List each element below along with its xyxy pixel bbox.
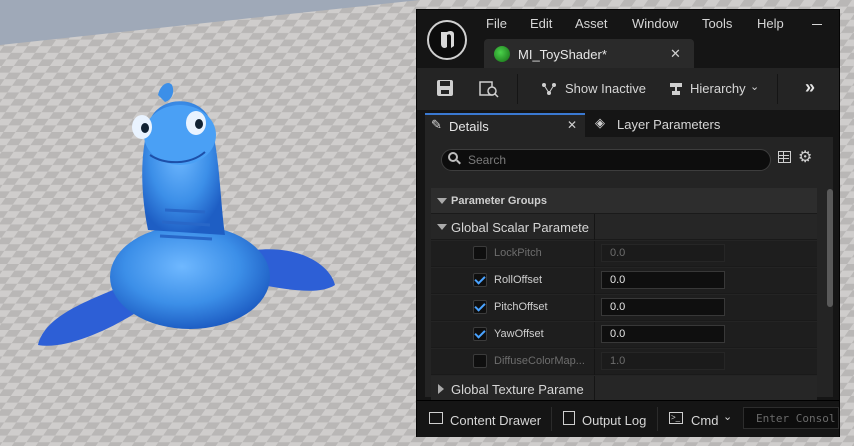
global-texture-group-header[interactable]: Global Texture Parame xyxy=(431,376,817,402)
material-instance-editor-window: File Edit Asset Window Tools Help MI_Toy… xyxy=(416,9,840,437)
yawoffset-value-field[interactable]: 0.0 xyxy=(601,325,725,343)
panel-tab-bar: ✎ Details ✕ ◈ Layer Parameters xyxy=(417,111,839,137)
rolloffset-value-field[interactable]: 0.0 xyxy=(601,271,725,289)
hierarchy-button[interactable]: Hierarchy xyxy=(690,81,746,96)
pencil-icon: ✎ xyxy=(431,117,442,132)
status-bar: Content Drawer Output Log >_ Cmd ⌄ Enter… xyxy=(417,400,839,437)
param-label: DiffuseColorMap... xyxy=(494,355,585,367)
param-label: RollOffset xyxy=(494,274,543,286)
layers-icon: ◈ xyxy=(595,115,605,130)
toolbar-overflow-icon[interactable]: » xyxy=(805,77,815,98)
unreal-logo-icon[interactable] xyxy=(427,20,467,60)
output-log-icon xyxy=(563,411,575,425)
param-row-diffusecolormap: DiffuseColorMap... 1.0 xyxy=(431,349,817,375)
settings-gear-icon[interactable]: ⚙ xyxy=(798,147,812,167)
tab-details-label: Details xyxy=(449,119,489,134)
hierarchy-icon xyxy=(669,82,683,96)
rolloffset-checkbox[interactable] xyxy=(473,273,487,287)
close-details-icon[interactable]: ✕ xyxy=(567,118,577,132)
yawoffset-checkbox[interactable] xyxy=(473,327,487,341)
cmd-dropdown[interactable]: Cmd xyxy=(691,413,718,428)
pitchoffset-value-field[interactable]: 0.0 xyxy=(601,298,725,316)
show-inactive-button[interactable]: Show Inactive xyxy=(565,81,646,96)
content-drawer-button[interactable]: Content Drawer xyxy=(450,413,541,428)
details-panel: Search ⚙ Parameter Groups Global Scalar … xyxy=(425,137,833,402)
param-row-rolloffset: RollOffset 0.0 xyxy=(431,268,817,294)
menu-tools[interactable]: Tools xyxy=(702,16,732,31)
collapse-icon xyxy=(437,198,447,204)
menu-file[interactable]: File xyxy=(486,16,507,31)
close-tab-icon[interactable]: ✕ xyxy=(670,46,681,62)
param-label: LockPitch xyxy=(494,247,542,259)
param-label: PitchOffset xyxy=(494,301,548,313)
diffusecolormap-checkbox[interactable] xyxy=(473,354,487,368)
lockpitch-checkbox[interactable] xyxy=(473,246,487,260)
minimize-icon[interactable] xyxy=(812,24,822,25)
parameter-groups-label: Parameter Groups xyxy=(451,195,547,207)
search-input[interactable]: Search xyxy=(441,149,771,171)
console-icon: >_ xyxy=(669,412,683,424)
menu-window[interactable]: Window xyxy=(632,16,678,31)
global-scalar-label: Global Scalar Paramete xyxy=(451,220,590,235)
hierarchy-chevron-down-icon[interactable]: ⌄ xyxy=(750,80,759,93)
console-input[interactable]: Enter Consol xyxy=(743,407,839,429)
document-tab[interactable]: MI_ToyShader* ✕ xyxy=(484,39,694,69)
toolbar: Show Inactive Hierarchy ⌄ » xyxy=(417,68,839,110)
cmd-chevron-down-icon[interactable]: ⌄ xyxy=(723,410,732,423)
param-row-pitchoffset: PitchOffset 0.0 xyxy=(431,295,817,321)
show-inactive-icon xyxy=(541,82,557,96)
details-scrollbar[interactable] xyxy=(827,189,833,307)
diffusecolormap-value-field[interactable]: 1.0 xyxy=(601,352,725,370)
param-label: YawOffset xyxy=(494,328,544,340)
menu-edit[interactable]: Edit xyxy=(530,16,552,31)
tab-layer-parameters-label: Layer Parameters xyxy=(617,117,721,132)
tab-details[interactable]: ✎ Details ✕ xyxy=(425,113,585,137)
param-row-yawoffset: YawOffset 0.0 xyxy=(431,322,817,348)
tab-layer-parameters[interactable]: ◈ Layer Parameters xyxy=(595,115,745,137)
menu-asset[interactable]: Asset xyxy=(575,16,608,31)
parameter-groups-header[interactable]: Parameter Groups xyxy=(431,188,817,214)
menu-help[interactable]: Help xyxy=(757,16,784,31)
global-scalar-group-header[interactable]: Global Scalar Paramete xyxy=(431,214,817,240)
output-log-button[interactable]: Output Log xyxy=(582,413,646,428)
browse-asset-icon[interactable] xyxy=(479,80,499,98)
material-instance-icon xyxy=(494,46,510,62)
global-texture-label: Global Texture Parame xyxy=(451,382,584,397)
pitchoffset-checkbox[interactable] xyxy=(473,300,487,314)
document-tab-title: MI_ToyShader* xyxy=(518,47,607,62)
content-drawer-icon xyxy=(429,412,443,424)
save-icon[interactable] xyxy=(437,80,453,96)
expand-icon xyxy=(438,384,444,394)
table-view-icon[interactable] xyxy=(778,151,791,163)
console-placeholder: Enter Consol xyxy=(756,412,836,425)
lockpitch-value-field[interactable]: 0.0 xyxy=(601,244,725,262)
expand-icon xyxy=(437,224,447,230)
param-row-lockpitch: LockPitch 0.0 xyxy=(431,241,817,267)
search-placeholder: Search xyxy=(468,153,507,167)
